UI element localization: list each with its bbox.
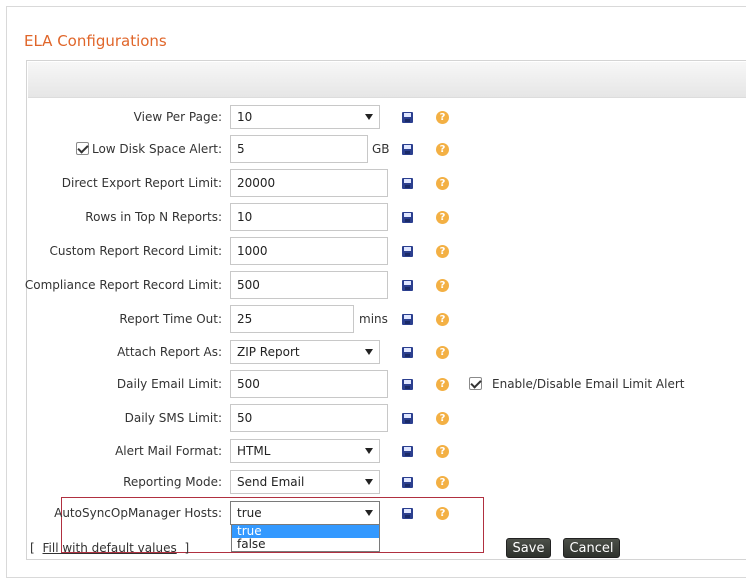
save-icon[interactable] — [402, 379, 413, 390]
save-icon[interactable] — [402, 347, 413, 358]
reporting-mode-value: Send Email — [237, 475, 305, 489]
daily-email-limit-value: 500 — [237, 377, 260, 391]
row-daily-sms-limit: Daily SMS Limit: 50 ? — [0, 403, 746, 433]
alert-mail-format-label: Alert Mail Format: — [115, 444, 222, 458]
row-compliance-report-limit: Compliance Report Record Limit: 500 ? — [0, 270, 746, 300]
row-attach-report-as: Attach Report As: ZIP Report ? — [0, 337, 746, 367]
help-icon[interactable]: ? — [436, 111, 449, 124]
daily-email-limit-label: Daily Email Limit: — [116, 377, 222, 391]
cancel-button[interactable]: Cancel — [563, 538, 620, 558]
low-disk-space-input[interactable]: 5 — [230, 135, 368, 163]
chevron-down-icon — [365, 448, 373, 454]
chevron-down-icon — [365, 114, 373, 120]
autosync-opmanager-hosts-value: true — [237, 506, 262, 520]
row-report-time-out: Report Time Out: 25 mins ? — [0, 304, 746, 334]
direct-export-limit-label: Direct Export Report Limit: — [61, 176, 222, 190]
low-disk-space-label: Low Disk Space Alert: — [91, 142, 222, 156]
view-per-page-select[interactable]: 10 — [230, 105, 380, 129]
attach-report-as-select[interactable]: ZIP Report — [230, 340, 380, 364]
row-low-disk-space: Low Disk Space Alert: 5 GB ? — [0, 134, 746, 164]
help-icon[interactable]: ? — [436, 245, 449, 258]
chevron-down-icon — [365, 479, 373, 485]
save-icon[interactable] — [402, 212, 413, 223]
report-time-out-unit: mins — [359, 312, 388, 326]
row-daily-email-limit: Daily Email Limit: 500 ? Enable/Disable … — [0, 369, 746, 399]
low-disk-space-value: 5 — [237, 142, 245, 156]
reporting-mode-select[interactable]: Send Email — [230, 470, 380, 494]
save-icon[interactable] — [402, 477, 413, 488]
chevron-down-icon — [365, 349, 373, 355]
row-top-n-reports: Rows in Top N Reports: 10 ? — [0, 202, 746, 232]
row-alert-mail-format: Alert Mail Format: HTML ? — [0, 436, 746, 466]
fill-default-link[interactable]: Fill with default values — [43, 541, 177, 555]
help-icon[interactable]: ? — [436, 279, 449, 292]
view-per-page-label: View Per Page: — [133, 110, 222, 124]
help-icon[interactable]: ? — [436, 143, 449, 156]
autosync-opmanager-hosts-select[interactable]: true — [230, 501, 380, 525]
custom-report-limit-label: Custom Report Record Limit: — [49, 244, 222, 258]
save-icon[interactable] — [402, 178, 413, 189]
save-icon[interactable] — [402, 446, 413, 457]
report-time-out-value: 25 — [237, 312, 253, 326]
bracket-open: [ — [30, 541, 35, 555]
save-icon[interactable] — [402, 508, 413, 519]
daily-sms-limit-label: Daily SMS Limit: — [124, 411, 222, 425]
save-icon[interactable] — [402, 314, 413, 325]
view-per-page-value: 10 — [237, 110, 253, 124]
help-icon[interactable]: ? — [436, 346, 449, 359]
compliance-report-limit-label: Compliance Report Record Limit: — [24, 278, 222, 292]
report-time-out-label: Report Time Out: — [119, 312, 222, 326]
help-icon[interactable]: ? — [436, 313, 449, 326]
direct-export-limit-input[interactable]: 20000 — [230, 169, 388, 197]
report-time-out-input[interactable]: 25 — [230, 305, 354, 333]
row-custom-report-limit: Custom Report Record Limit: 1000 ? — [0, 236, 746, 266]
email-limit-alert-checkbox[interactable] — [469, 377, 482, 390]
attach-report-as-label: Attach Report As: — [117, 345, 222, 359]
fill-default-wrapper: [ Fill with default values ] — [30, 541, 189, 555]
custom-report-limit-value: 1000 — [237, 244, 268, 258]
save-icon[interactable] — [402, 280, 413, 291]
help-icon[interactable]: ? — [436, 412, 449, 425]
save-icon[interactable] — [402, 144, 413, 155]
custom-report-limit-input[interactable]: 1000 — [230, 237, 388, 265]
top-n-reports-input[interactable]: 10 — [230, 203, 388, 231]
help-icon[interactable]: ? — [436, 177, 449, 190]
attach-report-as-value: ZIP Report — [237, 345, 300, 359]
autosync-dropdown-list: true false — [231, 524, 380, 552]
dropdown-option-false[interactable]: false — [232, 538, 379, 551]
low-disk-space-checkbox[interactable] — [76, 142, 89, 155]
reporting-mode-label: Reporting Mode: — [123, 475, 222, 489]
help-icon[interactable]: ? — [436, 378, 449, 391]
help-icon[interactable]: ? — [436, 507, 449, 520]
alert-mail-format-select[interactable]: HTML — [230, 439, 380, 463]
daily-sms-limit-value: 50 — [237, 411, 253, 425]
top-n-reports-value: 10 — [237, 210, 253, 224]
config-header-bar — [28, 62, 746, 98]
direct-export-limit-value: 20000 — [237, 176, 276, 190]
daily-email-limit-input[interactable]: 500 — [230, 370, 388, 398]
row-direct-export-limit: Direct Export Report Limit: 20000 ? — [0, 168, 746, 198]
save-icon[interactable] — [402, 413, 413, 424]
compliance-report-limit-input[interactable]: 500 — [230, 271, 388, 299]
help-icon[interactable]: ? — [436, 211, 449, 224]
row-view-per-page: View Per Page: 10 ? — [0, 102, 746, 132]
compliance-report-limit-value: 500 — [237, 278, 260, 292]
chevron-down-icon — [365, 510, 373, 516]
low-disk-space-unit: GB — [372, 142, 390, 156]
top-n-reports-label: Rows in Top N Reports: — [85, 210, 222, 224]
page-title: ELA Configurations — [24, 32, 167, 50]
alert-mail-format-value: HTML — [237, 444, 271, 458]
email-limit-alert-label: Enable/Disable Email Limit Alert — [492, 377, 685, 391]
help-icon[interactable]: ? — [436, 476, 449, 489]
bracket-close: ] — [184, 541, 190, 555]
row-reporting-mode: Reporting Mode: Send Email ? — [0, 467, 746, 497]
save-icon[interactable] — [402, 112, 413, 123]
save-icon[interactable] — [402, 246, 413, 257]
autosync-opmanager-hosts-label: AutoSyncOpManager Hosts: — [54, 506, 222, 520]
daily-sms-limit-input[interactable]: 50 — [230, 404, 388, 432]
save-button[interactable]: Save — [506, 538, 551, 558]
help-icon[interactable]: ? — [436, 445, 449, 458]
